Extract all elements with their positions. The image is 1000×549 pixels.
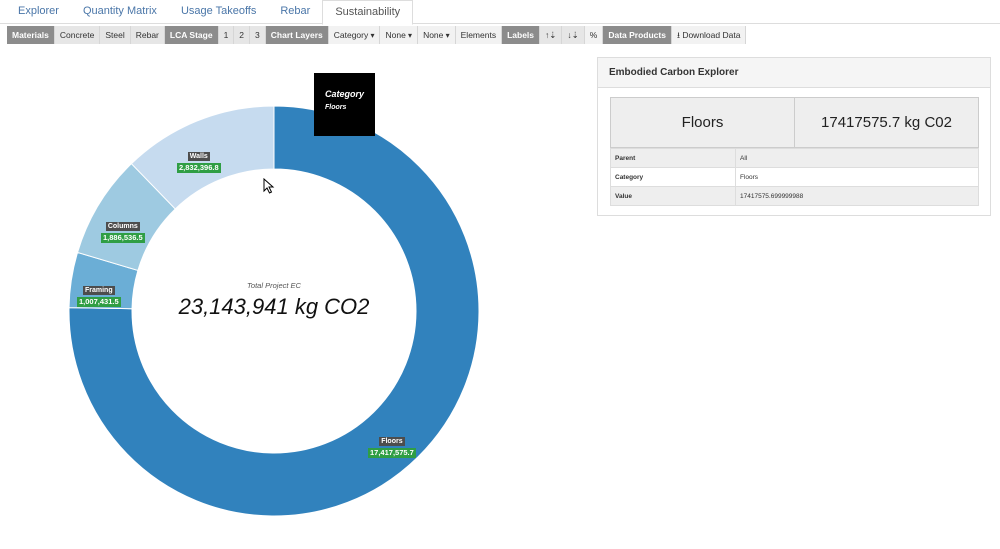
detail-table: Parent All Category Floors Value 1741757… bbox=[610, 148, 979, 206]
columns-name-label: Columns bbox=[105, 222, 140, 231]
walls-value-label: 2,832,396.8 bbox=[177, 163, 221, 173]
framing-value-label: 1,007,431.5 bbox=[77, 297, 121, 307]
layer-3-dropdown[interactable]: None bbox=[418, 26, 456, 44]
stage-3-button[interactable]: 3 bbox=[250, 26, 266, 44]
layer-2-dropdown[interactable]: None bbox=[380, 26, 419, 44]
sort-ascending-icon[interactable]: ↑⇣ bbox=[540, 26, 563, 44]
tab-sustainability[interactable]: Sustainability bbox=[322, 0, 414, 25]
tab-rebar[interactable]: Rebar bbox=[268, 0, 322, 24]
walls-data-label: Walls 2,832,396.8 bbox=[177, 145, 221, 173]
columns-value-label: 1,886,536.5 bbox=[101, 233, 145, 243]
selected-name: Floors bbox=[611, 98, 794, 147]
panel-title: Embodied Carbon Explorer bbox=[598, 58, 990, 88]
row-key: Value bbox=[610, 186, 736, 206]
toolbar: Materials Concrete Steel Rebar LCA Stage… bbox=[7, 26, 747, 44]
lca-stage-group-label: LCA Stage bbox=[164, 26, 219, 44]
donut-chart: Total Project EC 23,143,941 kg CO2 Walls… bbox=[7, 45, 587, 545]
table-row: Parent All bbox=[610, 148, 979, 168]
tooltip-value: Floors bbox=[325, 104, 347, 111]
app-window: Explorer Quantity Matrix Usage Takeoffs … bbox=[0, 0, 1000, 549]
total-project-ec-title: Total Project EC bbox=[247, 281, 301, 290]
table-row: Category Floors bbox=[610, 167, 979, 187]
selected-value: 17417575.7 kg C02 bbox=[794, 98, 978, 147]
materials-group-label: Materials bbox=[7, 26, 55, 44]
total-project-ec-value: 23,143,941 kg CO2 bbox=[178, 294, 370, 319]
steel-button[interactable]: Steel bbox=[100, 26, 131, 44]
row-key: Parent bbox=[610, 148, 736, 168]
elements-button[interactable]: Elements bbox=[455, 26, 503, 44]
tab-quantity-matrix[interactable]: Quantity Matrix bbox=[71, 0, 169, 24]
center-summary: Total Project EC 23,143,941 kg CO2 bbox=[159, 281, 389, 320]
stage-1-button[interactable]: 1 bbox=[218, 26, 235, 44]
tab-explorer[interactable]: Explorer bbox=[0, 0, 71, 24]
row-key: Category bbox=[610, 167, 736, 187]
percent-icon[interactable]: % bbox=[584, 26, 604, 44]
row-value: All bbox=[735, 148, 979, 168]
download-data-button[interactable]: ⭳ Download Data bbox=[671, 26, 747, 44]
row-value: Floors bbox=[735, 167, 979, 187]
embodied-carbon-panel: Embodied Carbon Explorer Floors 17417575… bbox=[597, 57, 991, 216]
stage-2-button[interactable]: 2 bbox=[234, 26, 251, 44]
framing-name-label: Framing bbox=[83, 286, 115, 295]
tooltip-title: Category bbox=[325, 89, 365, 99]
mouse-cursor-icon bbox=[263, 178, 275, 194]
chart-tooltip: Category Floors bbox=[314, 73, 375, 136]
table-row: Value 17417575.699999988 bbox=[610, 186, 979, 206]
data-products-group-label: Data Products bbox=[603, 26, 672, 44]
download-icon: ⭳ bbox=[676, 30, 680, 40]
floors-name-label: Floors bbox=[379, 437, 405, 446]
walls-name-label: Walls bbox=[187, 152, 210, 161]
download-label: Download Data bbox=[682, 30, 741, 40]
floors-data-label: Floors 17,417,575.7 bbox=[368, 430, 416, 458]
layer-1-dropdown[interactable]: Category bbox=[328, 26, 381, 44]
labels-group-label: Labels bbox=[502, 26, 541, 44]
framing-data-label: Framing 1,007,431.5 bbox=[77, 279, 121, 307]
tab-usage-takeoffs[interactable]: Usage Takeoffs bbox=[169, 0, 268, 24]
row-value: 17417575.699999988 bbox=[735, 186, 979, 206]
floors-value-label: 17,417,575.7 bbox=[368, 448, 416, 458]
sort-descending-icon[interactable]: ↓⇣ bbox=[562, 26, 585, 44]
concrete-button[interactable]: Concrete bbox=[54, 26, 101, 44]
main-tabs: Explorer Quantity Matrix Usage Takeoffs … bbox=[0, 0, 1000, 25]
chart-layers-group-label: Chart Layers bbox=[265, 26, 329, 44]
selection-summary: Floors 17417575.7 kg C02 bbox=[610, 97, 979, 148]
columns-data-label: Columns 1,886,536.5 bbox=[101, 215, 145, 243]
rebar-button[interactable]: Rebar bbox=[130, 26, 165, 44]
